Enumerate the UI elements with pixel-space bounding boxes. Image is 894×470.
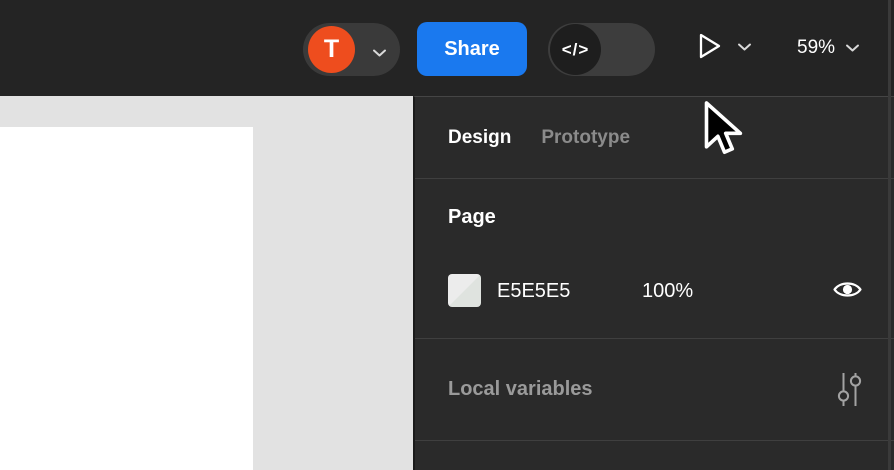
- chevron-down-icon: [737, 39, 752, 57]
- chevron-down-icon: [372, 45, 387, 63]
- properties-panel: Design Prototype Page E5E5E5 100% Local …: [413, 96, 894, 470]
- avatar[interactable]: T: [308, 26, 355, 73]
- present-button[interactable]: [697, 0, 752, 96]
- tab-prototype[interactable]: Prototype: [541, 127, 630, 149]
- tab-design[interactable]: Design: [448, 127, 511, 149]
- window-edge: [888, 0, 891, 470]
- play-icon: [697, 31, 723, 66]
- page-color-swatch[interactable]: [448, 274, 481, 307]
- code-icon: </>: [550, 24, 601, 75]
- local-variables-section[interactable]: Local variables: [415, 339, 894, 440]
- account-menu[interactable]: T: [303, 23, 400, 76]
- sliders-icon[interactable]: [835, 371, 864, 408]
- local-variables-label: Local variables: [448, 378, 593, 400]
- toolbar: T Share </> 59%: [0, 0, 894, 96]
- dev-mode-toggle[interactable]: </>: [548, 23, 655, 76]
- canvas[interactable]: [0, 96, 413, 470]
- page-color-opacity-field[interactable]: 100%: [642, 280, 693, 303]
- canvas-frame[interactable]: [0, 127, 253, 470]
- zoom-level: 59%: [797, 37, 836, 58]
- chevron-down-icon: [845, 37, 860, 59]
- panel-tabs: Design Prototype: [415, 97, 894, 178]
- eye-icon[interactable]: [832, 278, 863, 306]
- zoom-menu[interactable]: 59%: [797, 0, 860, 96]
- page-section-title: Page: [448, 206, 496, 228]
- page-color-hex-field[interactable]: E5E5E5: [497, 280, 570, 303]
- share-button[interactable]: Share: [417, 22, 527, 76]
- divider: [415, 440, 894, 441]
- page-section: Page E5E5E5 100%: [415, 179, 894, 338]
